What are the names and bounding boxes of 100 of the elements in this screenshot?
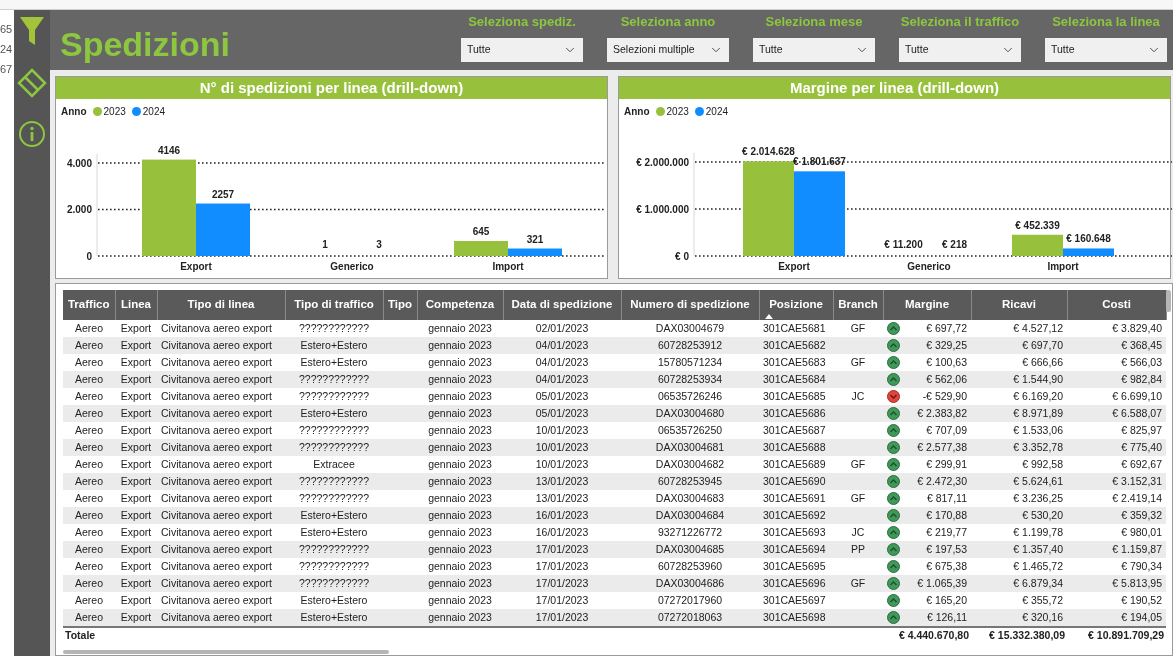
table-cell: € 3.236,25	[1013, 492, 1063, 504]
table-cell: Export	[120, 373, 152, 385]
bar[interactable]	[508, 248, 562, 256]
table-cell: € 1.465,72	[1013, 560, 1063, 572]
table-cell: DAX03004684	[655, 509, 725, 521]
table-cell: Estero+Estero	[300, 594, 368, 606]
table-cell: 301CAE5698	[763, 611, 826, 623]
table-cell: 301CAE5688	[763, 441, 826, 453]
filter-dropdown[interactable]: Tutte	[461, 38, 583, 62]
table-cell: 17/01/2023	[535, 611, 589, 623]
table-cell: Estero+Estero	[300, 356, 368, 368]
table-cell: € 530,20	[1022, 509, 1063, 521]
bar-value-label: 3	[376, 239, 382, 250]
bar[interactable]	[743, 161, 794, 256]
table-cell: 16/01/2023	[535, 526, 589, 538]
table-cell: Export	[120, 424, 152, 436]
table-cell: € 5.813,95	[1112, 577, 1162, 589]
filter-dropdown[interactable]: Tutte	[1045, 38, 1167, 62]
filter-dropdown[interactable]: Tutte	[753, 38, 875, 62]
table-cell: € 980,01	[1121, 526, 1162, 538]
table-cell: Export	[120, 458, 152, 470]
table-cell: PP	[851, 543, 865, 555]
table-cell: gennaio 2023	[428, 560, 492, 572]
category-label: Import	[1047, 261, 1079, 272]
total-cell: € 10.891.709,29	[1088, 629, 1164, 641]
table-cell: Estero+Estero	[300, 339, 368, 351]
table-cell: gennaio 2023	[428, 543, 492, 555]
table-cell: 17/01/2023	[535, 560, 589, 572]
table-cell: GF	[850, 577, 866, 589]
table-cell: € 775,40	[1121, 441, 1162, 453]
table-cell: JC	[851, 390, 865, 402]
category-label: Generico	[907, 261, 951, 272]
chart-title: Margine per linea (drill-down)	[619, 77, 1170, 99]
table-cell: ????????????	[298, 373, 370, 385]
table-cell: Aereo	[75, 611, 103, 623]
bar[interactable]	[1012, 234, 1063, 256]
table-cell: Civitanova aereo export	[161, 407, 272, 419]
y-tick-label: € 1.000.000	[636, 203, 689, 215]
table-cell: gennaio 2023	[428, 611, 492, 623]
table-cell: Aereo	[75, 492, 103, 504]
vertical-scrollbar[interactable]	[1166, 290, 1171, 312]
bar[interactable]	[142, 159, 196, 256]
table-cell: gennaio 2023	[428, 509, 492, 521]
table-cell: € 992,58	[1022, 458, 1063, 470]
table-cell: 02/01/2023	[535, 322, 589, 334]
table-cell: 301CAE5691	[763, 492, 826, 504]
bar[interactable]	[196, 203, 250, 256]
bar[interactable]	[454, 241, 508, 256]
table-cell: 15780571234	[657, 356, 723, 368]
table-cell: Civitanova aereo export	[161, 526, 272, 538]
table-cell: 10/01/2023	[535, 458, 589, 470]
info-icon[interactable]	[18, 120, 46, 148]
table-cell: JC	[851, 526, 865, 538]
table-cell: Civitanova aereo export	[161, 492, 272, 504]
table-cell-text: € 165,20	[926, 593, 967, 608]
table-cell: Aereo	[75, 594, 103, 606]
total-cell: € 4.440.670,80	[898, 629, 969, 641]
table-cell: 13/01/2023	[535, 475, 589, 487]
table-cell: gennaio 2023	[428, 577, 492, 589]
horizontal-scrollbar[interactable]	[63, 650, 389, 654]
table-cell-text: € 1.065,39	[917, 576, 967, 591]
table-cell-text: € 562,06	[926, 372, 967, 387]
bar-value-label: 2257	[211, 188, 235, 200]
table-cell: € 1.533,06	[1013, 424, 1063, 436]
filter-dropdown[interactable]: Tutte	[899, 38, 1021, 62]
table-cell: DAX03004686	[655, 577, 725, 589]
table-cell: 301CAE5690	[763, 475, 826, 487]
table-cell: Aereo	[75, 560, 103, 572]
table-cell: DAX03004685	[655, 543, 725, 555]
table-cell: € 5.624,61	[1013, 475, 1063, 487]
table-cell: Civitanova aereo export	[161, 356, 272, 368]
table-cell: 04/01/2023	[535, 356, 589, 368]
table-cell: € 3.152,31	[1112, 475, 1162, 487]
filter-dropdown[interactable]: Selezioni multiple	[607, 38, 729, 62]
bar[interactable]	[794, 171, 845, 256]
table-cell-text: € 2.383,82	[917, 406, 967, 421]
bar-value-label: 4146	[157, 144, 181, 156]
table-cell: DAX03004679	[655, 322, 725, 334]
table-cell: Aereo	[75, 322, 103, 334]
table-cell: Aereo	[75, 407, 103, 419]
table-cell: Aereo	[75, 390, 103, 402]
table-cell: 06535726246	[657, 390, 723, 402]
table-cell: € 1.357,40	[1013, 543, 1063, 555]
table-cell: ????????????	[298, 441, 370, 453]
table-cell: Export	[120, 441, 152, 453]
table-cell: Aereo	[75, 526, 103, 538]
legend-label: 2023	[666, 104, 689, 119]
table-cell: gennaio 2023	[428, 407, 492, 419]
filter-icon[interactable]	[19, 16, 45, 46]
bar[interactable]	[1063, 248, 1114, 256]
total-cell: Totale	[65, 629, 96, 641]
y-tick-label: € 2.000.000	[636, 156, 689, 168]
background-text: 24	[0, 42, 13, 56]
table-cell: € 320,16	[1022, 611, 1063, 623]
table-cell: € 8.971,89	[1013, 407, 1063, 419]
table-cell-text: € 707,09	[926, 423, 967, 438]
table-cell: 06535726250	[657, 424, 723, 436]
table-cell: 301CAE5682	[763, 339, 826, 351]
diamond-ruler-icon[interactable]	[17, 68, 47, 98]
table-cell: Export	[120, 560, 152, 572]
